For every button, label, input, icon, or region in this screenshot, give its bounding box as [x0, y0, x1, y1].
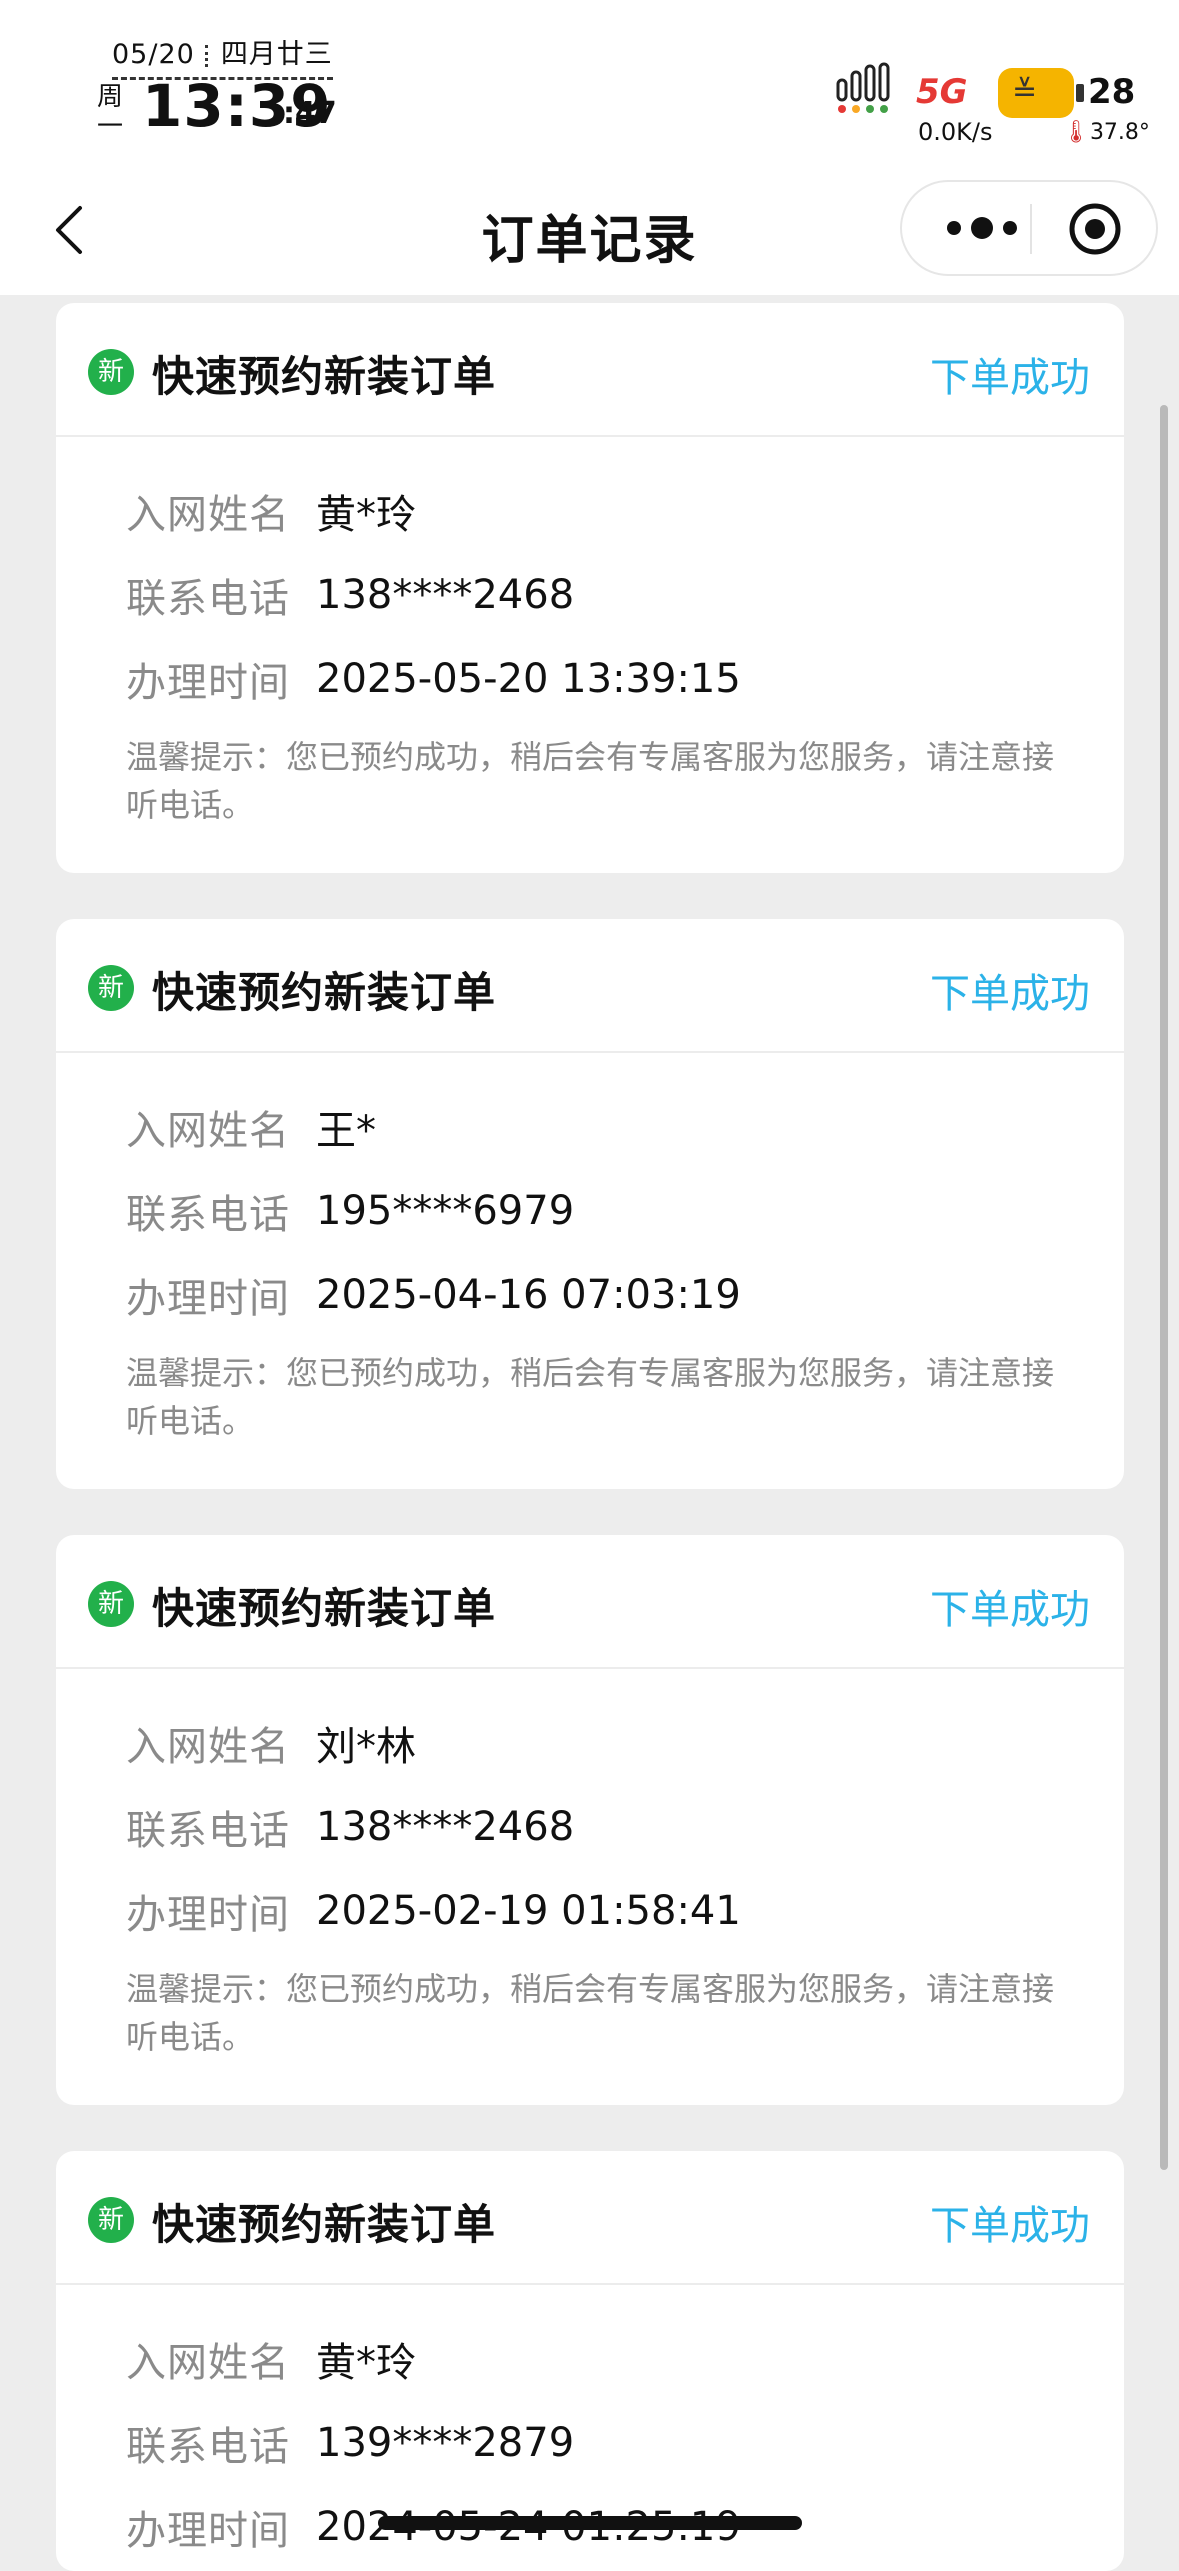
- order-card-body: 入网姓名 王* 联系电话 195****6979 办理时间 2025-04-16 07…: [56, 1053, 1124, 1445]
- network-speed: 0.0K/s: [918, 118, 993, 146]
- name-row: 入网姓名 黄*玲: [126, 2317, 1124, 2401]
- nav-bar: 订单记录: [0, 170, 1179, 295]
- mini-program-capsule: [900, 180, 1158, 276]
- thermometer-icon: 🌡: [1062, 120, 1090, 145]
- time-label: 办理时间: [126, 1892, 290, 1938]
- phone-row: 联系电话 138****2468: [126, 1785, 1124, 1869]
- name-row: 入网姓名 黄*玲: [126, 469, 1124, 553]
- status-bar: 05/20 四月廿三 周一 13:39 :47 5G 0.0K/s ≚ 28 🌡3…: [0, 0, 1179, 170]
- name-label: 入网姓名: [126, 1724, 290, 1770]
- order-title: 快速预约新装订单: [152, 1584, 497, 1633]
- name-value: 黄*玲: [316, 2340, 416, 2386]
- name-label: 入网姓名: [126, 492, 290, 538]
- order-card[interactable]: 新 快速预约新装订单 下单成功 入网姓名 王* 联系电话 195****6979 办…: [56, 919, 1124, 1489]
- phone-label: 联系电话: [126, 1808, 290, 1854]
- network-type: 5G: [916, 72, 968, 112]
- name-label: 入网姓名: [126, 1108, 290, 1154]
- order-card[interactable]: 新 快速预约新装订单 下单成功 入网姓名 黄*玲 联系电话 138****2468 …: [56, 303, 1124, 873]
- phone-label: 联系电话: [126, 1192, 290, 1238]
- time-label: 办理时间: [126, 2508, 290, 2554]
- order-card-header: 新 快速预约新装订单 下单成功: [56, 2151, 1124, 2285]
- new-badge: 新: [88, 1581, 134, 1627]
- time-row: 办理时间 2025-02-19 01:58:41: [126, 1869, 1124, 1953]
- name-row: 入网姓名 刘*林: [126, 1701, 1124, 1785]
- new-badge: 新: [88, 965, 134, 1011]
- time-row: 办理时间 2025-05-20 13:39:15: [126, 637, 1124, 721]
- time-value: 2025-04-16 07:03:19: [316, 1272, 741, 1318]
- close-target-icon[interactable]: [1068, 202, 1122, 256]
- time-value: 2025-05-20 13:39:15: [316, 656, 741, 702]
- order-card-header: 新 快速预约新装订单 下单成功: [56, 1535, 1124, 1669]
- order-card-header: 新 快速预约新装订单 下单成功: [56, 303, 1124, 437]
- phone-value: 139****2879: [316, 2420, 575, 2466]
- time-label: 办理时间: [126, 660, 290, 706]
- order-status: 下单成功: [930, 1587, 1090, 1633]
- phone-value: 138****2468: [316, 572, 575, 618]
- battery-level: 28: [1088, 72, 1136, 112]
- lunar-date: 四月廿三: [220, 39, 333, 70]
- clock-seconds: :47: [283, 96, 337, 131]
- order-card-body: 入网姓名 刘*林 联系电话 138****2468 办理时间 2025-02-19 0…: [56, 1669, 1124, 2061]
- name-value: 刘*林: [316, 1724, 416, 1770]
- time-row: 办理时间 2025-04-16 07:03:19: [126, 1253, 1124, 1337]
- order-title: 快速预约新装订单: [152, 2200, 497, 2249]
- name-value: 王*: [316, 1108, 376, 1154]
- order-tip: 温馨提示：您已预约成功，稍后会有专属客服为您服务，请注意接听电话。: [126, 738, 1055, 824]
- order-title: 快速预约新装订单: [152, 352, 497, 401]
- time-value: 2025-02-19 01:58:41: [316, 1888, 741, 1934]
- capsule-divider: [1030, 204, 1032, 254]
- temperature-text: 37.8°: [1089, 120, 1150, 145]
- phone-label: 联系电话: [126, 2424, 290, 2470]
- signal-icon: [836, 62, 890, 113]
- order-title: 快速预约新装订单: [152, 968, 497, 1017]
- battery-cap: [1076, 84, 1084, 102]
- order-tip: 温馨提示：您已预约成功，稍后会有专属客服为您服务，请注意接听电话。: [126, 1970, 1055, 2056]
- new-badge: 新: [88, 349, 134, 395]
- battery-temperature: 🌡37.8°: [1062, 120, 1150, 145]
- name-row: 入网姓名 王*: [126, 1085, 1124, 1169]
- scrollbar[interactable]: [1160, 405, 1168, 2170]
- order-card[interactable]: 新 快速预约新装订单 下单成功 入网姓名 黄*玲 联系电话 139****2879 …: [56, 2151, 1124, 2571]
- date-text: 05/20: [112, 39, 195, 70]
- more-icon[interactable]: [938, 206, 1026, 250]
- order-card-header: 新 快速预约新装订单 下单成功: [56, 919, 1124, 1053]
- phone-row: 联系电话 139****2879: [126, 2401, 1124, 2485]
- new-badge: 新: [88, 2197, 134, 2243]
- order-card[interactable]: 新 快速预约新装订单 下单成功 入网姓名 刘*林 联系电话 138****2468 …: [56, 1535, 1124, 2105]
- order-status: 下单成功: [930, 355, 1090, 401]
- order-tip: 温馨提示：您已预约成功，稍后会有专属客服为您服务，请注意接听电话。: [126, 1354, 1055, 1440]
- phone-row: 联系电话 138****2468: [126, 553, 1124, 637]
- order-card-body: 入网姓名 黄*玲 联系电话 138****2468 办理时间 2025-05-20 1…: [56, 437, 1124, 829]
- order-status: 下单成功: [930, 2203, 1090, 2249]
- weekday: 周一: [96, 82, 123, 142]
- home-indicator[interactable]: [378, 2516, 802, 2530]
- name-label: 入网姓名: [126, 2340, 290, 2386]
- time-label: 办理时间: [126, 1276, 290, 1322]
- phone-label: 联系电话: [126, 576, 290, 622]
- phone-value: 195****6979: [316, 1188, 575, 1234]
- battery-face-icon: ≚: [1012, 74, 1038, 109]
- phone-row: 联系电话 195****6979: [126, 1169, 1124, 1253]
- order-status: 下单成功: [930, 971, 1090, 1017]
- phone-value: 138****2468: [316, 1804, 575, 1850]
- name-value: 黄*玲: [316, 492, 416, 538]
